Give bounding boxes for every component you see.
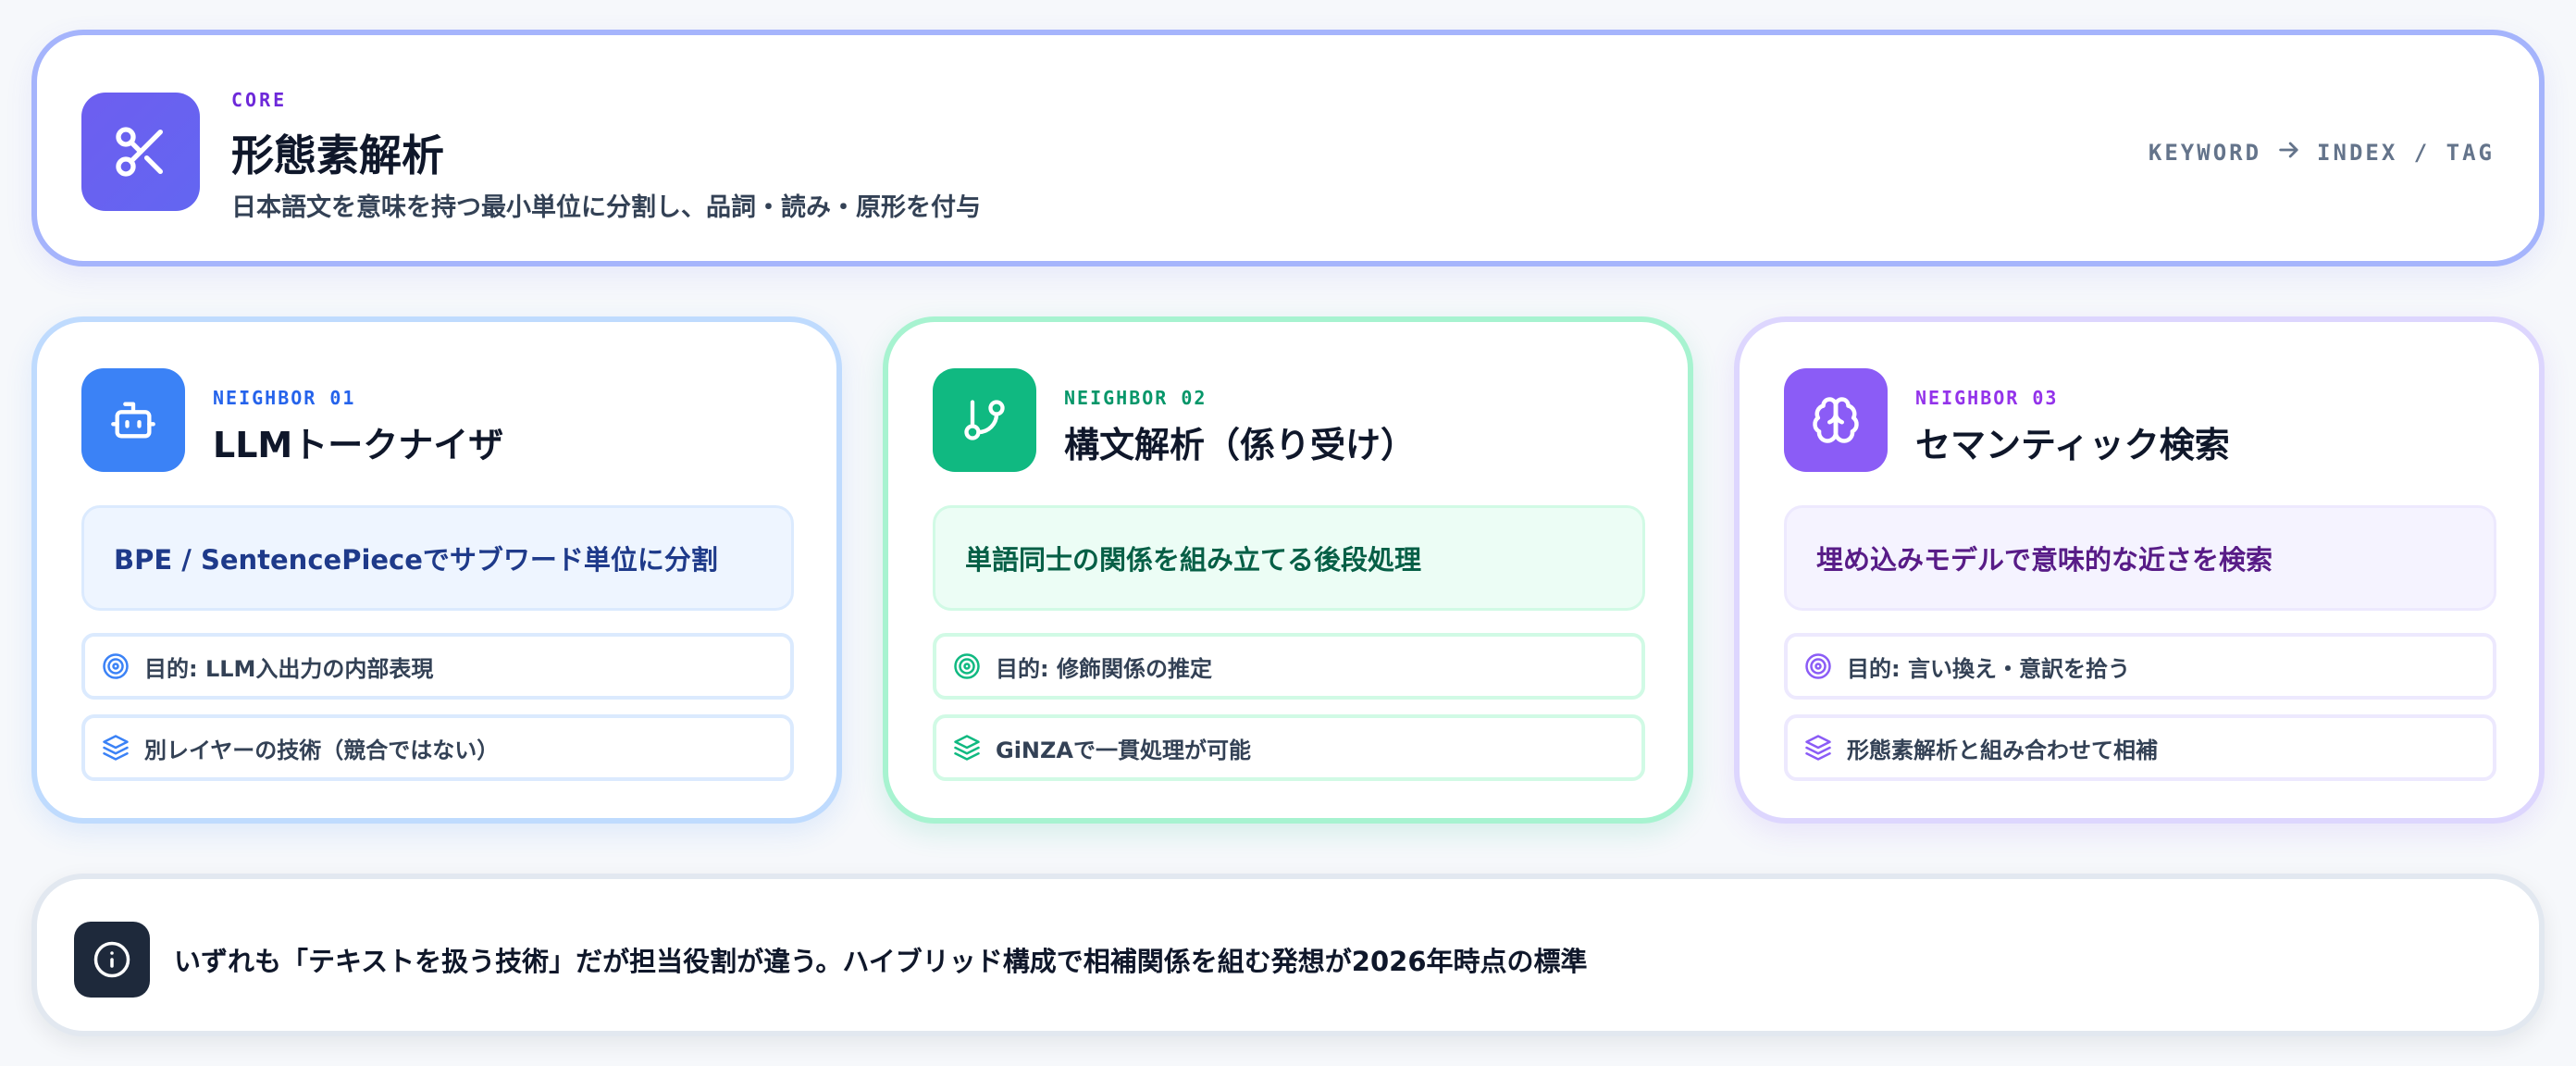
card-note-row: 別レイヤーの技術（競合ではない）	[81, 714, 794, 781]
card-lead: 単語同士の関係を組み立てる後段処理	[933, 505, 1645, 611]
card-lead: 埋め込みモデルで意味的な近さを検索	[1784, 505, 2496, 611]
diagram-root: CORE 形態素解析 日本語文を意味を持つ最小単位に分割し、品詞・読み・原形を付…	[0, 0, 2576, 1066]
card-eyebrow: NEIGHBOR 03	[1915, 387, 2059, 409]
flow-from: KEYWORD	[2148, 140, 2262, 166]
card-title: 構文解析（係り受け）	[1064, 425, 1417, 465]
neighbor-card-llm-tokenizer: NEIGHBOR 01 LLMトークナイザ BPE / SentencePiec…	[31, 316, 842, 824]
brain-icon	[1784, 368, 1888, 472]
layers-icon	[1804, 734, 1832, 762]
card-eyebrow: NEIGHBOR 02	[1064, 387, 1208, 409]
card-note-row: 形態素解析と組み合わせて相補	[1784, 714, 2496, 781]
robot-icon	[81, 368, 185, 472]
core-title: 形態素解析	[231, 130, 444, 180]
card-purpose-row: 目的: 言い換え・意訳を拾う	[1784, 633, 2496, 700]
summary-note: いずれも「テキストを扱う技術」だが担当役割が違う。ハイブリッド構成で相補関係を組…	[31, 874, 2545, 1036]
target-icon	[1804, 652, 1832, 680]
target-icon	[953, 652, 981, 680]
card-purpose-row: 目的: LLM入出力の内部表現	[81, 633, 794, 700]
card-note: 形態素解析と組み合わせて相補	[1847, 737, 2158, 763]
card-purpose: 目的: 修飾関係の推定	[996, 655, 1212, 682]
card-note: 別レイヤーの技術（競合ではない）	[144, 737, 500, 763]
core-subtitle: 日本語文を意味を持つ最小単位に分割し、品詞・読み・原形を付与	[231, 193, 981, 222]
neighbor-card-dependency-parsing: NEIGHBOR 02 構文解析（係り受け） 単語同士の関係を組み立てる後段処理…	[883, 316, 1693, 824]
core-card: CORE 形態素解析 日本語文を意味を持つ最小単位に分割し、品詞・読み・原形を付…	[31, 30, 2545, 266]
card-title: セマンティック検索	[1915, 425, 2230, 465]
arrow-right-icon	[2276, 137, 2302, 168]
neighbor-card-semantic-search: NEIGHBOR 03 セマンティック検索 埋め込みモデルで意味的な近さを検索 …	[1734, 316, 2545, 824]
card-purpose: 目的: LLM入出力の内部表現	[144, 655, 434, 682]
card-lead: BPE / SentencePieceでサブワード単位に分割	[81, 505, 794, 611]
card-eyebrow: NEIGHBOR 01	[213, 387, 356, 409]
core-eyebrow: CORE	[231, 89, 288, 111]
summary-text: いずれも「テキストを扱う技術」だが担当役割が違う。ハイブリッド構成で相補関係を組…	[174, 946, 1588, 977]
flow-to: INDEX / TAG	[2317, 140, 2495, 166]
layers-icon	[953, 734, 981, 762]
card-note-row: GiNZAで一貫処理が可能	[933, 714, 1645, 781]
git-branch-icon	[933, 368, 1036, 472]
card-note: GiNZAで一貫処理が可能	[996, 737, 1251, 763]
card-purpose: 目的: 言い換え・意訳を拾う	[1847, 655, 2130, 682]
core-flow: KEYWORD INDEX / TAG	[2149, 137, 2495, 168]
scissors-icon	[81, 93, 200, 211]
layers-icon	[102, 734, 130, 762]
info-icon	[74, 922, 150, 998]
card-title: LLMトークナイザ	[213, 425, 504, 465]
card-purpose-row: 目的: 修飾関係の推定	[933, 633, 1645, 700]
target-icon	[102, 652, 130, 680]
